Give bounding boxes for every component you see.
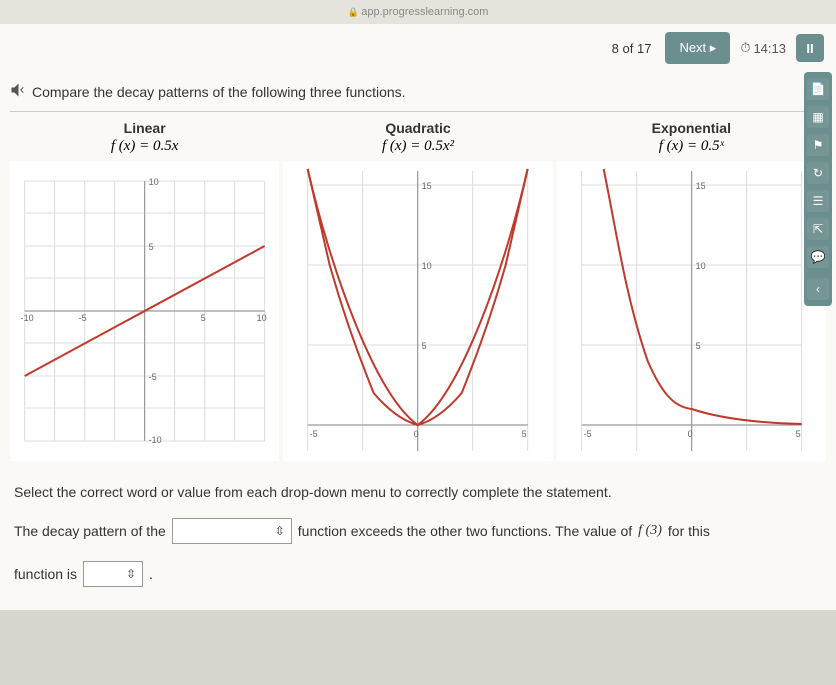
svg-text:-5: -5 [149,372,157,382]
flag-icon[interactable]: ⚑ [807,134,829,156]
chevron-updown-icon: ⇳ [275,518,285,544]
svg-text:10: 10 [695,261,705,271]
chart-quadratic-title: Quadratic [283,120,552,136]
chart-linear: Linear f (x) = 0.5x -10 -5 5 10 10 5 -5 -10 [10,120,279,466]
clock-icon: ⏱ [740,40,750,56]
svg-text:10: 10 [257,313,267,323]
chat-icon[interactable]: 💬 [807,246,829,268]
chart-quadratic-equation: f (x) = 0.5x² [283,138,552,155]
question-counter: 8 of 17 [612,41,652,56]
svg-text:0: 0 [687,429,692,439]
sentence-f3: f (3) [638,516,662,547]
list-icon[interactable]: ☰ [807,190,829,212]
chevron-updown-icon: ⇳ [126,561,136,587]
svg-text:-5: -5 [583,429,591,439]
svg-text:5: 5 [795,429,800,439]
dropdown-value[interactable]: ⇳ [83,561,143,587]
svg-text:-5: -5 [79,313,87,323]
speaker-icon[interactable] [10,82,26,101]
timer-value: 14:13 [753,41,786,56]
timer: ⏱ 14:13 [740,40,786,56]
instruction-text: Select the correct word or value from ea… [10,466,826,516]
answer-sentence: The decay pattern of the ⇳ function exce… [10,516,826,600]
export-icon[interactable]: ⇱ [807,218,829,240]
svg-text:5: 5 [695,341,700,351]
chart-exponential-equation: f (x) = 0.5ˣ [557,138,826,155]
dropdown-function-type[interactable]: ⇳ [172,518,292,544]
side-toolbar: 📄 ▦ ⚑ ↻ ☰ ⇱ 💬 ‹ [804,72,832,306]
collapse-icon[interactable]: ‹ [807,278,829,300]
svg-text:-10: -10 [149,435,162,445]
chart-exponential: Exponential f (x) = 0.5ˣ -5 0 5 5 10 15 [557,120,826,466]
svg-text:5: 5 [149,242,154,252]
prompt-row: Compare the decay patterns of the follow… [10,76,826,111]
refresh-icon[interactable]: ↻ [807,162,829,184]
notes-icon[interactable]: 📄 [807,78,829,100]
grid-icon[interactable]: ▦ [807,106,829,128]
question-content: Compare the decay patterns of the follow… [0,72,836,610]
chart-linear-equation: f (x) = 0.5x [10,138,279,155]
chart-exponential-plot: -5 0 5 5 10 15 [557,161,826,461]
sentence-part-5: function is [14,559,77,590]
top-bar: 8 of 17 Next ▸ ⏱ 14:13 II [0,24,836,72]
next-button[interactable]: Next ▸ [665,32,730,64]
svg-text:15: 15 [695,181,705,191]
chart-quadratic: Quadratic f (x) = 0.5x² -5 0 5 5 10 15 [283,120,552,466]
sentence-part-6: . [149,559,153,590]
url-bar: app.progresslearning.com [0,0,836,24]
svg-text:-5: -5 [310,429,318,439]
charts-row: Linear f (x) = 0.5x -10 -5 5 10 10 5 -5 -10 [10,111,826,466]
chart-linear-plot: -10 -5 5 10 10 5 -5 -10 [10,161,279,461]
svg-text:10: 10 [422,261,432,271]
svg-text:5: 5 [201,313,206,323]
pause-button[interactable]: II [796,34,824,62]
chart-quadratic-plot: -5 0 5 5 10 15 [283,161,552,461]
svg-text:5: 5 [522,429,527,439]
chart-exponential-title: Exponential [557,120,826,136]
svg-text:15: 15 [422,181,432,191]
chart-linear-title: Linear [10,120,279,136]
sentence-part-4: for this [668,516,710,547]
svg-text:-10: -10 [21,313,34,323]
sentence-part-1: The decay pattern of the [14,516,166,547]
svg-text:5: 5 [422,341,427,351]
svg-text:0: 0 [414,429,419,439]
sentence-part-2: function exceeds the other two functions… [298,516,632,547]
svg-text:10: 10 [149,177,159,187]
prompt-text: Compare the decay patterns of the follow… [32,84,406,100]
